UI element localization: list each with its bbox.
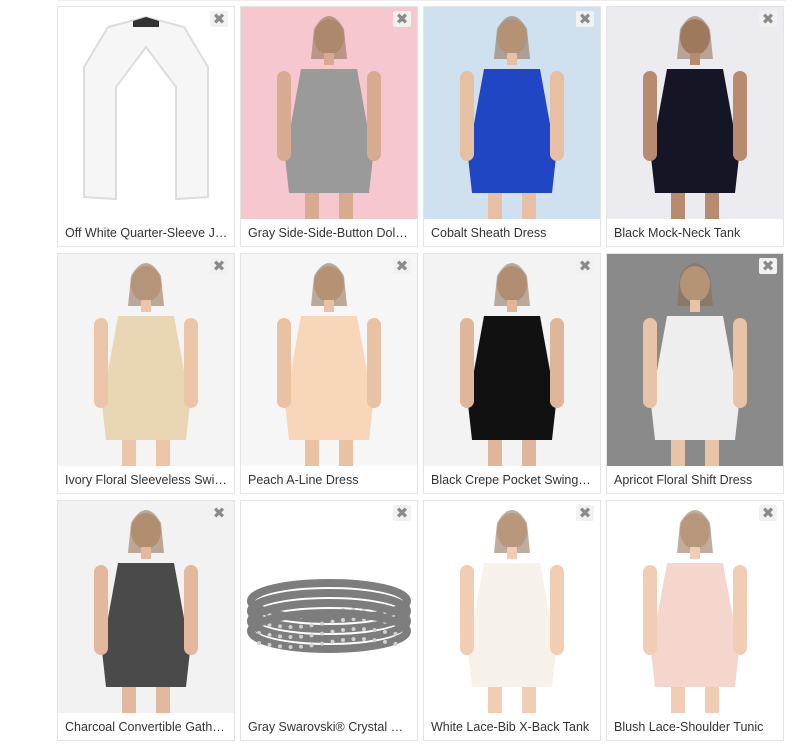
remove-icon[interactable]: ✖: [576, 504, 594, 522]
product-card[interactable]: ✖ Blush Lace-Shoulder Tunic: [606, 500, 784, 741]
product-image[interactable]: [58, 254, 234, 466]
product-title[interactable]: Off White Quarter-Sleeve J…: [65, 226, 228, 240]
product-title[interactable]: Charcoal Convertible Gath…: [65, 720, 228, 734]
product-image[interactable]: [607, 501, 783, 713]
product-title[interactable]: Blush Lace-Shoulder Tunic: [614, 720, 777, 734]
product-grid: ✖ Off White Quarter-Sleeve J… ✖ Gray Side-S…: [57, 6, 784, 741]
remove-icon[interactable]: ✖: [393, 257, 411, 275]
product-title[interactable]: Black Mock-Neck Tank: [614, 226, 777, 240]
remove-icon[interactable]: ✖: [576, 10, 594, 28]
product-image[interactable]: [607, 7, 783, 219]
remove-icon[interactable]: ✖: [210, 504, 228, 522]
remove-icon[interactable]: ✖: [210, 10, 228, 28]
product-title[interactable]: Gray Swarovski® Crystal & …: [248, 720, 411, 734]
product-image[interactable]: [241, 501, 417, 713]
product-image[interactable]: [424, 501, 600, 713]
product-image[interactable]: [241, 7, 417, 219]
product-title[interactable]: Apricot Floral Shift Dress: [614, 473, 777, 487]
remove-icon[interactable]: ✖: [576, 257, 594, 275]
product-card[interactable]: ✖ Peach A-Line Dress: [240, 253, 418, 494]
product-image[interactable]: [607, 254, 783, 466]
product-card[interactable]: ✖ Black Crepe Pocket Swing …: [423, 253, 601, 494]
product-card[interactable]: ✖ White Lace-Bib X-Back Tank: [423, 500, 601, 741]
product-card[interactable]: ✖ Off White Quarter-Sleeve J…: [57, 6, 235, 247]
product-title[interactable]: White Lace-Bib X-Back Tank: [431, 720, 594, 734]
product-image[interactable]: [58, 501, 234, 713]
product-card[interactable]: ✖ Cobalt Sheath Dress: [423, 6, 601, 247]
product-title[interactable]: Black Crepe Pocket Swing …: [431, 473, 594, 487]
product-card[interactable]: ✖ Gray Side-Side-Button Dol…: [240, 6, 418, 247]
product-title[interactable]: Peach A-Line Dress: [248, 473, 411, 487]
product-title[interactable]: Ivory Floral Sleeveless Swin…: [65, 473, 228, 487]
remove-icon[interactable]: ✖: [210, 257, 228, 275]
product-image[interactable]: [424, 254, 600, 466]
remove-icon[interactable]: ✖: [759, 504, 777, 522]
product-image[interactable]: [424, 7, 600, 219]
remove-icon[interactable]: ✖: [393, 10, 411, 28]
remove-icon[interactable]: ✖: [759, 10, 777, 28]
remove-icon[interactable]: ✖: [759, 257, 777, 275]
product-card[interactable]: ✖ Ivory Floral Sleeveless Swin…: [57, 253, 235, 494]
product-title[interactable]: Cobalt Sheath Dress: [431, 226, 594, 240]
product-card[interactable]: ✖ Charcoal Convertible Gath…: [57, 500, 235, 741]
product-card[interactable]: ✖ Black Mock-Neck Tank: [606, 6, 784, 247]
product-image[interactable]: [241, 254, 417, 466]
remove-icon[interactable]: ✖: [393, 504, 411, 522]
product-image[interactable]: [58, 7, 234, 219]
product-title[interactable]: Gray Side-Side-Button Dol…: [248, 226, 411, 240]
product-card[interactable]: ✖ Apricot Floral Shift Dress: [606, 253, 784, 494]
product-card[interactable]: ✖ Gray Swarovski® Crystal & …: [240, 500, 418, 741]
top-divider: [57, 0, 786, 1]
